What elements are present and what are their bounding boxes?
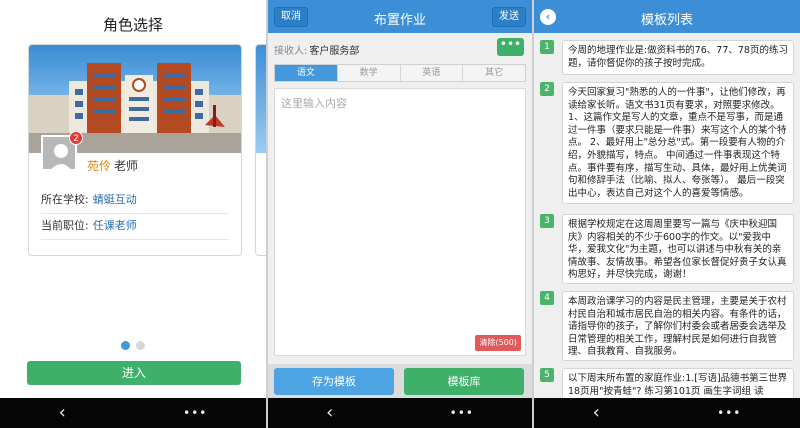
template-text[interactable]: 根据学校规定在这周周里要写一篇与《庆中秋迎国庆》内容相关的不少于600字的作文。… (562, 214, 794, 284)
item-number: 3 (540, 214, 554, 228)
next-role-card-peek[interactable] (255, 44, 266, 256)
item-number: 1 (540, 40, 554, 54)
item-number: 4 (540, 291, 554, 305)
template-text[interactable]: 今周的地理作业是:做资料书的76、77、78页的练习题，请你督促你的孩子按时完成… (562, 40, 794, 75)
template-text[interactable]: 本周政治课学习的内容是民主管理，主要是关于农村村民自治和城市居民自治的相关内容。… (562, 291, 794, 361)
system-nav-bar: ‹ ••• (268, 398, 532, 428)
system-nav-bar: ‹ ••• (0, 398, 266, 428)
page-title: 角色选择 (102, 16, 163, 34)
template-list-screen: ‹ 模板列表 1 今周的地理作业是:做资料书的76、77、78页的练习题，请你督… (534, 0, 800, 428)
position-label: 当前职位: (41, 219, 89, 232)
header-bar: 取消 布置作业 发送 (268, 0, 532, 33)
page-dot[interactable] (136, 341, 145, 350)
tab-english[interactable]: 英语 (400, 65, 464, 81)
next-card-image (256, 45, 266, 153)
more-button[interactable]: ••• (497, 38, 524, 56)
subject-tabs: 语文 数学 英语 其它 (274, 64, 526, 82)
back-icon[interactable]: ‹ (593, 404, 600, 422)
tab-other[interactable]: 其它 (463, 65, 525, 81)
user-name: 苑伶 (87, 159, 112, 173)
position-row: 当前职位: 任课老师 (41, 217, 229, 240)
school-label: 所在学校: (41, 193, 89, 206)
menu-dots-icon[interactable]: ••• (183, 407, 207, 419)
header-bar: ‹ 模板列表 (534, 0, 800, 33)
enter-button[interactable]: 进入 (27, 361, 241, 385)
receiver-label: 接收人: (274, 46, 308, 57)
school-value: 蜻蜓互动 (92, 193, 137, 206)
menu-dots-icon[interactable]: ••• (717, 407, 741, 419)
clear-button[interactable]: 清除(500) (475, 335, 521, 351)
position-value: 任课老师 (92, 219, 137, 232)
homework-editor[interactable]: 这里输入内容 清除(500) (274, 88, 526, 356)
receiver-line: 接收人: 客户服务部 (274, 42, 359, 57)
page-indicator (121, 341, 145, 350)
system-nav-bar: ‹ ••• (534, 398, 800, 428)
back-icon[interactable]: ‹ (326, 404, 333, 422)
role-select-screen: 角色选择 2 苑伶 老师 所在学校: 蜻蜓互动 当前职位: 任课老师 进入 ‹ … (0, 0, 266, 428)
item-number: 5 (540, 368, 554, 382)
save-template-button[interactable]: 存为模板 (274, 368, 394, 395)
page-dot-active[interactable] (121, 341, 130, 350)
tab-chinese[interactable]: 语文 (275, 65, 338, 81)
template-text[interactable]: 今天回家复习"熟悉的人的一件事"，让他们修改，再读给家长听。语文书31页有要求，… (562, 82, 794, 204)
school-row: 所在学校: 蜻蜓互动 (41, 191, 229, 214)
back-icon[interactable]: ‹ (59, 404, 66, 422)
editor-placeholder: 这里输入内容 (281, 97, 347, 110)
tab-math[interactable]: 数学 (337, 65, 401, 81)
item-number: 2 (540, 82, 554, 96)
assign-homework-screen: 取消 布置作业 发送 接收人: 客户服务部 ••• 语文 数学 英语 其它 这里输… (268, 0, 532, 428)
notification-badge: 2 (69, 131, 83, 145)
page-title: 模板列表 (640, 13, 693, 28)
role-card[interactable]: 2 苑伶 老师 所在学校: 蜻蜓互动 当前职位: 任课老师 (28, 44, 242, 256)
bottom-action-bar: 存为模板 模板库 (268, 364, 532, 398)
user-role: 老师 (114, 159, 139, 173)
template-library-button[interactable]: 模板库 (404, 368, 524, 395)
user-name-line: 苑伶 老师 (87, 157, 138, 174)
menu-dots-icon[interactable]: ••• (450, 407, 474, 419)
receiver-value: 客户服务部 (309, 46, 360, 57)
send-button[interactable]: 发送 (492, 7, 526, 27)
